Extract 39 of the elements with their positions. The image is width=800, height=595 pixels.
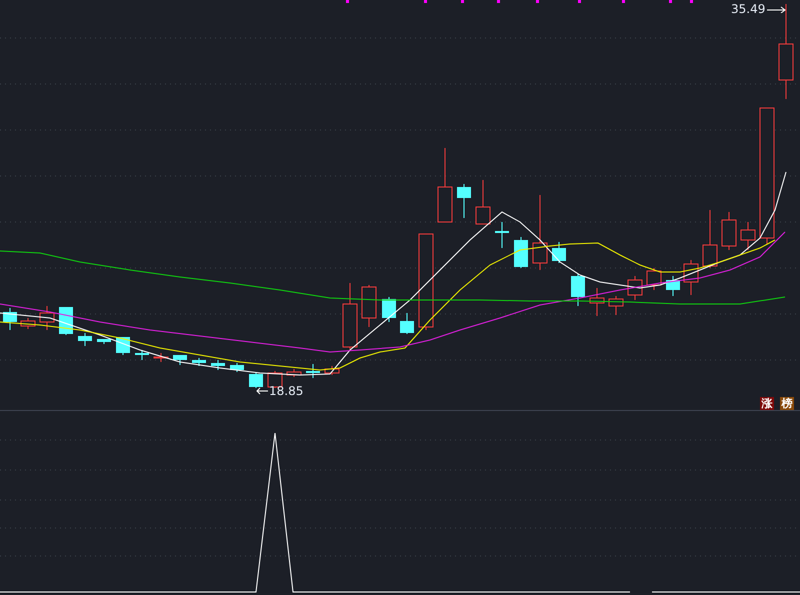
candlestick bbox=[362, 284, 376, 328]
candlestick bbox=[684, 260, 698, 296]
candlestick bbox=[382, 296, 396, 322]
candlestick bbox=[646, 268, 662, 290]
rank-badge[interactable]: 涨 bbox=[760, 397, 774, 410]
candlestick bbox=[306, 364, 320, 378]
arrow-icon bbox=[767, 5, 788, 13]
candlestick bbox=[590, 288, 604, 316]
arrow-icon bbox=[256, 387, 268, 395]
candlestick bbox=[457, 184, 471, 218]
candlestick bbox=[97, 338, 111, 344]
candlestick bbox=[514, 236, 528, 268]
candlestick bbox=[740, 222, 756, 250]
candlestick bbox=[154, 352, 168, 362]
candlestick bbox=[230, 362, 244, 372]
low-price-label: 18.85 bbox=[269, 384, 304, 398]
candlestick bbox=[628, 276, 642, 300]
high-price-label: 35.49 bbox=[731, 2, 766, 16]
candlestick bbox=[400, 312, 414, 334]
candlestick bbox=[211, 360, 225, 370]
candlestick bbox=[249, 372, 263, 388]
candlestick bbox=[608, 296, 624, 316]
candlestick bbox=[324, 366, 340, 376]
candlestick bbox=[173, 354, 187, 366]
candlestick bbox=[40, 306, 54, 330]
candlestick bbox=[702, 210, 718, 268]
candlestick bbox=[192, 358, 206, 366]
candlestick bbox=[20, 318, 36, 330]
candlestick bbox=[571, 274, 585, 306]
candlestick bbox=[3, 308, 17, 330]
candlestick bbox=[722, 212, 736, 250]
candlestick bbox=[342, 282, 358, 350]
candlestick bbox=[666, 276, 680, 296]
candlestick bbox=[78, 332, 92, 346]
candlestick bbox=[495, 222, 509, 248]
rank-badge[interactable]: 榜 bbox=[780, 397, 794, 410]
candlestick bbox=[135, 350, 149, 360]
candlestick bbox=[552, 242, 566, 264]
candlestick bbox=[476, 180, 490, 224]
